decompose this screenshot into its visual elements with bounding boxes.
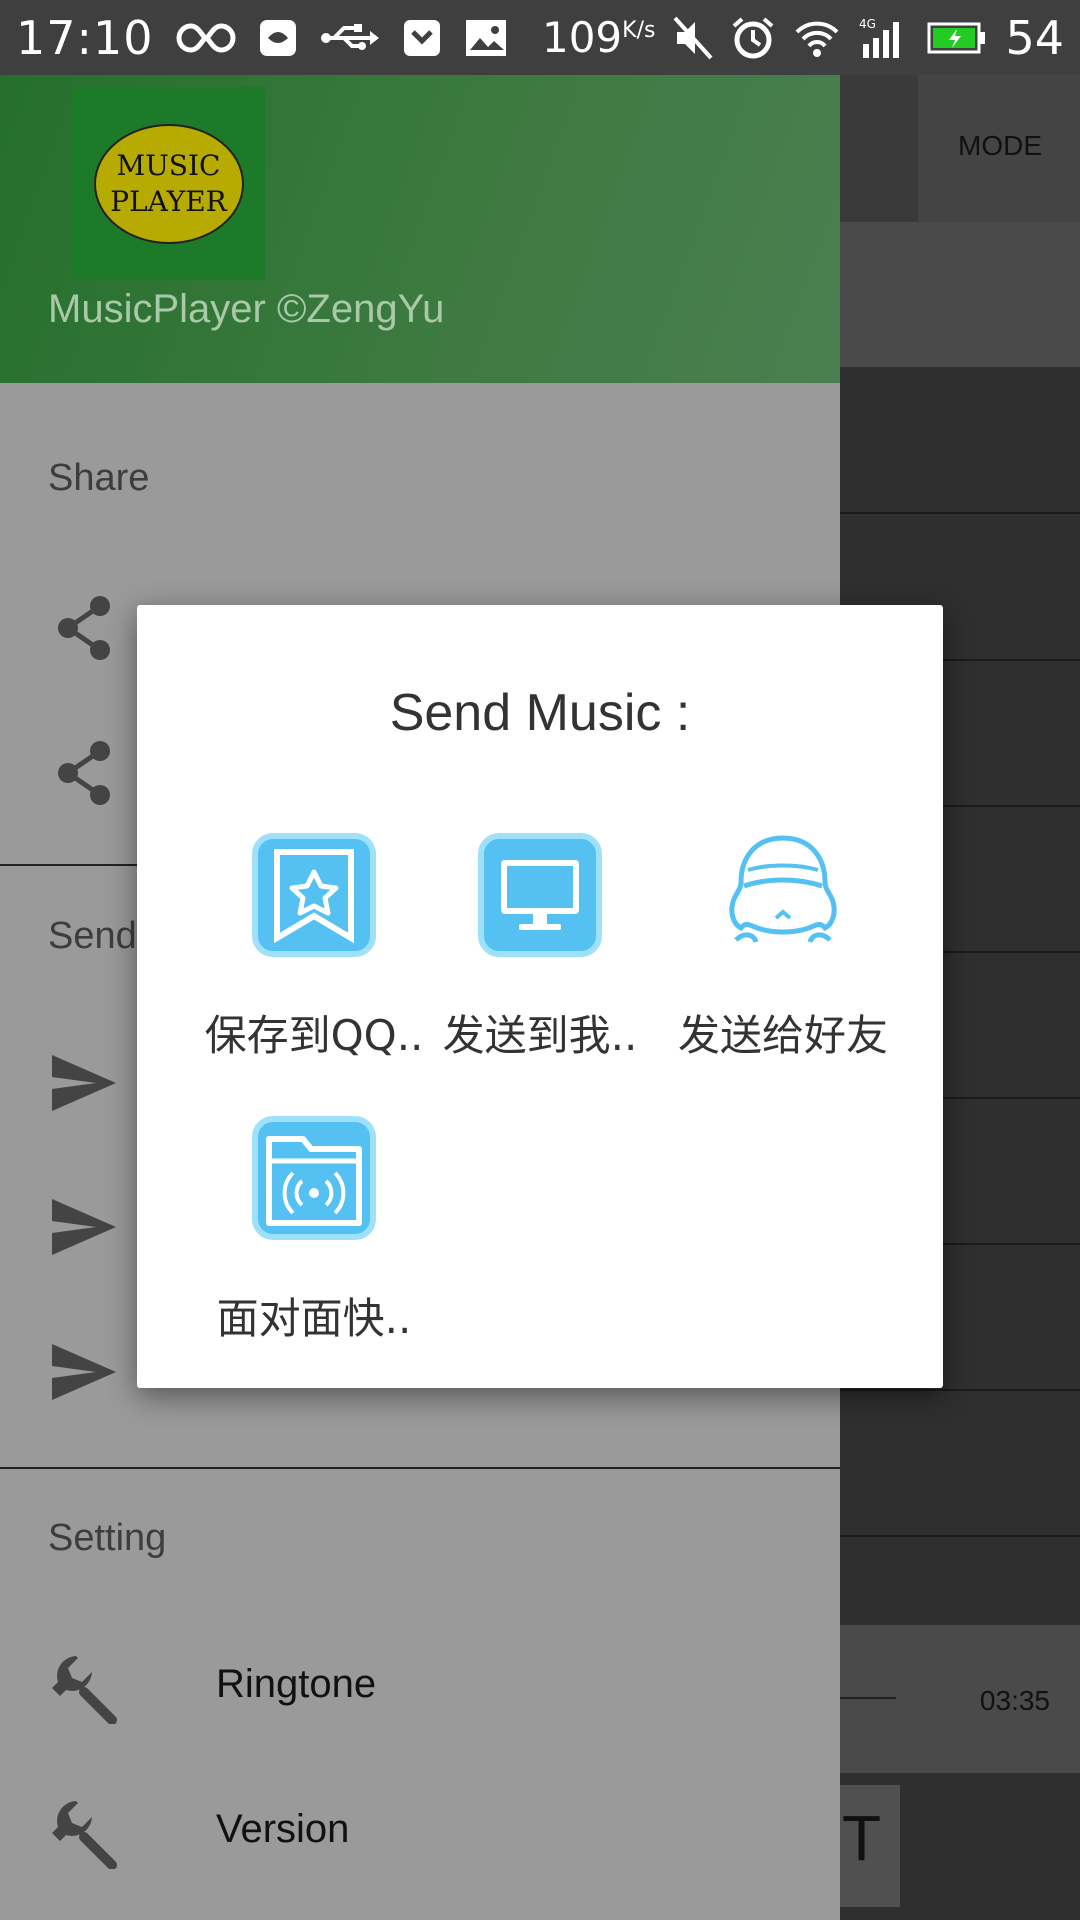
status-time: 17:10 <box>16 10 154 65</box>
battery-level: 54 <box>1005 10 1064 65</box>
pocket-icon <box>403 19 440 56</box>
network-speed: 109K/s <box>541 13 656 62</box>
share-target-label: 发送给好友 <box>677 1011 888 1060</box>
alarm-icon <box>733 16 774 58</box>
image-icon <box>465 19 506 56</box>
dialog-title: Send Music : <box>389 684 691 742</box>
wifi-icon <box>796 21 839 57</box>
status-system-icons: 109K/s 4G 54 <box>542 11 1064 65</box>
share-target-label: 发送到我.. <box>442 1011 638 1060</box>
usb-icon <box>320 23 379 50</box>
qq-favorite-icon <box>252 833 376 957</box>
qq-penguin-icon <box>729 835 837 943</box>
computer-icon <box>478 833 602 957</box>
share-target-send-to-computer[interactable]: 发送到我.. <box>420 830 660 1063</box>
share-target-qq-favorites[interactable]: 保存到QQ.. <box>194 830 434 1063</box>
signal-4g-icon: 4G <box>859 17 900 58</box>
infinity-icon <box>176 22 236 53</box>
svg-text:4G: 4G <box>859 17 876 31</box>
folder-wireless-icon <box>252 1116 376 1240</box>
share-target-label: 面对面快.. <box>216 1294 412 1343</box>
share-target-send-to-friend[interactable]: 发送给好友 <box>663 830 903 1063</box>
battery-icon <box>927 22 986 53</box>
status-bar: 17:10 109K/s 4G 54 <box>0 0 1080 75</box>
send-music-dialog: Send Music : 保存到QQ.. 发送到我.. 发送给好友 面对面快.. <box>137 605 943 1388</box>
mute-icon <box>673 16 713 59</box>
share-target-face-to-face[interactable]: 面对面快.. <box>194 1113 434 1346</box>
share-target-label: 保存到QQ.. <box>204 1011 424 1060</box>
status-notification-icons <box>176 18 508 58</box>
app-notification-icon <box>259 19 296 56</box>
